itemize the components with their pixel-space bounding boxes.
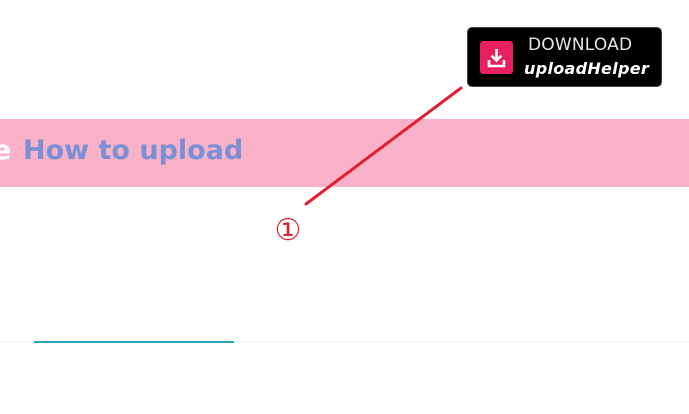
step-marker: ① (274, 213, 302, 248)
accent-underline (34, 341, 234, 343)
callout-line (304, 86, 463, 206)
page: DOWNLOAD uploadHelper e How to upload ① (0, 0, 689, 414)
